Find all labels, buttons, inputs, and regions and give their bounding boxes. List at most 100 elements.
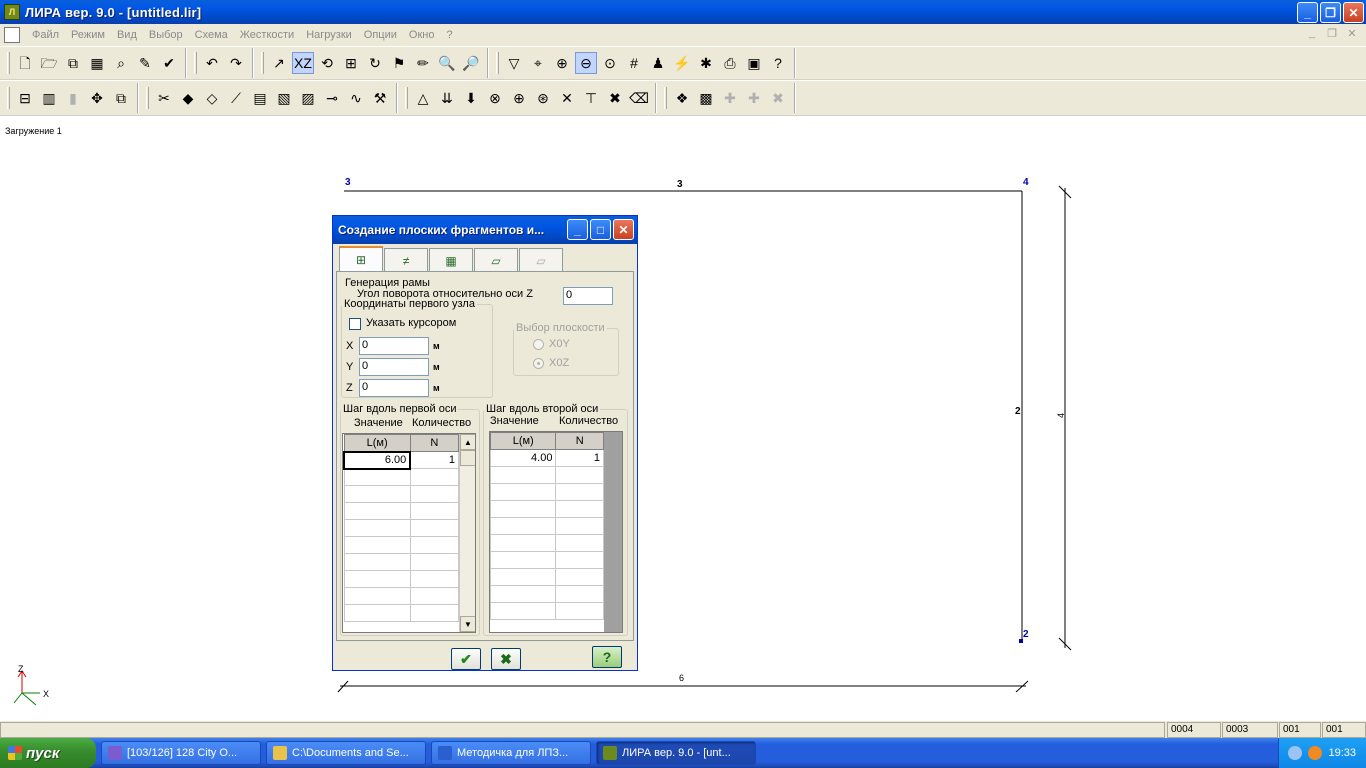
t-icon[interactable]: ⊤ [580, 87, 602, 109]
mdi-close-button[interactable]: ✕ [1344, 27, 1360, 40]
hinge-icon[interactable]: ⊸ [321, 87, 343, 109]
x-icon[interactable]: ✖ [604, 87, 626, 109]
toolbar-grip[interactable] [261, 52, 264, 74]
table-cell[interactable] [555, 568, 604, 586]
table-cell[interactable] [555, 483, 604, 501]
cross-icon[interactable]: ✕ [556, 87, 578, 109]
table-cell[interactable] [409, 536, 460, 554]
print-icon[interactable]: ⎙ [719, 52, 741, 74]
table-cell[interactable] [555, 551, 604, 569]
apply-button[interactable]: ✔ [451, 648, 481, 670]
column-header[interactable]: L(м) [343, 434, 411, 452]
table-cell[interactable] [555, 602, 604, 620]
find-icon[interactable]: ⌕ [110, 52, 132, 74]
frame-icon[interactable]: ⊟ [14, 87, 36, 109]
dialog-maximize-button[interactable]: □ [590, 219, 611, 240]
table-row[interactable] [343, 604, 460, 622]
table-cell[interactable]: 6.00 [343, 450, 412, 470]
menu-file[interactable]: Файл [26, 29, 65, 41]
bars-icon[interactable]: ▥ [38, 87, 60, 109]
zoom-window-icon[interactable]: ⊕ [551, 52, 573, 74]
table-cell[interactable] [490, 534, 557, 552]
load-icon[interactable]: ⇊ [436, 87, 458, 109]
grid-icon[interactable]: # [623, 52, 645, 74]
table-cell[interactable] [409, 553, 460, 571]
cut-icon[interactable]: ✂ [153, 87, 175, 109]
table-row[interactable] [343, 502, 460, 520]
menu-help[interactable]: ? [440, 29, 458, 41]
tab-shell[interactable]: ⏥ [519, 248, 563, 272]
table-row[interactable] [490, 534, 604, 552]
move-icon[interactable]: ✥ [86, 87, 108, 109]
table-row[interactable]: 6.00 1 [343, 450, 460, 470]
tab-plate[interactable]: ▦ [429, 248, 473, 272]
duplicate-icon[interactable]: ▩ [695, 87, 717, 109]
cylinder-icon[interactable]: ▮ [62, 87, 84, 109]
table-cell[interactable] [343, 587, 411, 605]
tray-back-icon[interactable] [1288, 746, 1303, 760]
window-title-bar[interactable]: Л ЛИРА вер. 9.0 - [untitled.lir] _ ❐ ✕ [0, 0, 1366, 24]
menu-select[interactable]: Выбор [143, 29, 189, 41]
table-cell[interactable] [409, 587, 460, 605]
zoom-fit-icon[interactable]: ⊙ [599, 52, 621, 74]
start-button[interactable]: пуск [0, 738, 96, 768]
table-cell[interactable] [343, 604, 411, 622]
table-cell[interactable] [343, 519, 411, 537]
tab-beam[interactable]: ≠ [384, 248, 428, 272]
toolbar-grip[interactable] [194, 52, 197, 74]
copy-doc-icon[interactable]: ⧉ [62, 52, 84, 74]
toolbar-grip[interactable] [405, 87, 408, 109]
axes-icon[interactable]: ↗ [268, 52, 290, 74]
column-header[interactable]: L(м) [490, 432, 557, 450]
scroll-up-icon[interactable]: ▲ [460, 434, 475, 450]
document-icon[interactable] [4, 27, 20, 43]
spanner-icon[interactable]: ⚒ [369, 87, 391, 109]
mdi-minimize-button[interactable]: _ [1304, 27, 1320, 40]
step2-table[interactable]: L(м) N 4.00 1 [489, 431, 623, 633]
toolbar-grip[interactable] [7, 52, 10, 74]
plane-x0y-radio[interactable] [533, 339, 544, 350]
column-header[interactable]: N [409, 434, 460, 452]
flash-icon[interactable]: ⚡ [671, 52, 693, 74]
taskbar-task[interactable]: [103/126] 128 City O... [101, 741, 261, 765]
refresh-icon[interactable]: ↻ [364, 52, 386, 74]
table-cell[interactable]: 1 [409, 451, 460, 469]
xz-plane-icon[interactable]: XZ [292, 52, 314, 74]
redo-icon[interactable]: ↷ [225, 52, 247, 74]
taskbar-task[interactable]: Методичка для ЛПЗ... [431, 741, 591, 765]
cancel-button[interactable]: ✖ [491, 648, 521, 670]
table-cell[interactable] [343, 553, 411, 571]
table-cell[interactable] [555, 500, 604, 518]
table-row[interactable] [490, 585, 604, 603]
projection-icon[interactable]: ⊞ [340, 52, 362, 74]
drawing-canvas[interactable]: Загружение 1 3 4 2 3 2 6 4 Z X [0, 116, 1366, 720]
menu-options[interactable]: Опции [358, 29, 403, 41]
table-row[interactable] [490, 466, 604, 484]
table-cell[interactable] [343, 468, 411, 486]
calc-icon[interactable]: ▦ [86, 52, 108, 74]
rotate-plane-icon[interactable]: ⟲ [316, 52, 338, 74]
maximize-button[interactable]: ❐ [1320, 2, 1341, 23]
load-plate-icon[interactable]: ⊕ [508, 87, 530, 109]
table-row[interactable] [343, 587, 460, 605]
person-icon[interactable]: ✱ [695, 52, 717, 74]
scroll-down-icon[interactable]: ▼ [460, 616, 475, 632]
zoom-pan-icon[interactable]: ⊖ [575, 52, 597, 74]
toolbar-grip[interactable] [664, 87, 667, 109]
check-icon[interactable]: ✔ [158, 52, 180, 74]
toolbar-grip[interactable] [496, 52, 499, 74]
coord-x-input[interactable]: 0 [359, 337, 429, 355]
taskbar-task[interactable]: ЛИРА вер. 9.0 - [unt... [596, 741, 756, 765]
dialog-close-button[interactable]: ✕ [613, 219, 634, 240]
select-icon[interactable]: ⌖ [527, 52, 549, 74]
zoom-in-icon[interactable]: 🔍 [436, 52, 458, 74]
table-row[interactable] [490, 568, 604, 586]
table-row[interactable] [490, 500, 604, 518]
table-cell[interactable] [490, 483, 557, 501]
copy-icon[interactable]: ⧉ [110, 87, 132, 109]
toolbar-grip[interactable] [7, 87, 10, 109]
mdi-restore-button[interactable]: ❐ [1324, 27, 1340, 40]
filter-icon[interactable]: ▽ [503, 52, 525, 74]
table-cell[interactable] [409, 502, 460, 520]
minimize-button[interactable]: _ [1297, 2, 1318, 23]
